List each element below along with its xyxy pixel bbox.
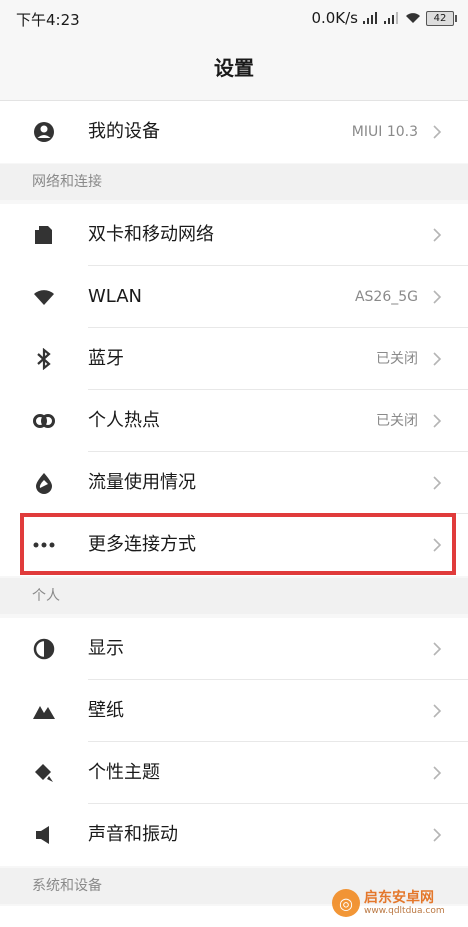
item-label: 壁纸 bbox=[88, 700, 124, 721]
item-label: 个人热点 bbox=[88, 410, 160, 431]
sound-icon bbox=[32, 823, 56, 847]
chevron-right-icon bbox=[433, 642, 442, 656]
item-label: 显示 bbox=[88, 638, 124, 659]
watermark-url: www.qdltdua.com bbox=[364, 906, 445, 916]
chevron-right-icon bbox=[433, 828, 442, 842]
signal-icon bbox=[363, 12, 377, 24]
watermark-title: 启东安卓网 bbox=[364, 890, 434, 906]
account-icon bbox=[32, 120, 56, 144]
watermark-logo-icon: ◎ bbox=[332, 889, 360, 917]
settings-item-data-usage[interactable]: 流量使用情况 bbox=[0, 452, 468, 514]
item-value: AS26_5G bbox=[354, 289, 418, 305]
watermark: ◎ 启东安卓网 www.qdltdua.com bbox=[332, 885, 462, 921]
status-time: 下午4:23 bbox=[16, 11, 80, 29]
item-label: 个性主题 bbox=[88, 762, 160, 783]
item-value: MIUI 10.3 bbox=[351, 124, 418, 140]
status-bar: 下午4:23 0.0K/s 42 bbox=[0, 0, 468, 36]
hotspot-icon bbox=[32, 409, 56, 433]
settings-item-sim[interactable]: 双卡和移动网络 bbox=[0, 204, 468, 266]
item-label: 蓝牙 bbox=[88, 348, 124, 369]
settings-item-sound[interactable]: 声音和振动 bbox=[0, 804, 468, 866]
chevron-right-icon bbox=[433, 414, 442, 428]
settings-item-wlan[interactable]: WLAN AS26_5G bbox=[0, 266, 468, 328]
item-value: 已关闭 bbox=[376, 413, 418, 429]
chevron-right-icon bbox=[433, 228, 442, 242]
signal-icon-2 bbox=[384, 12, 398, 24]
settings-item-bluetooth[interactable]: 蓝牙 已关闭 bbox=[0, 328, 468, 390]
watermark-text: 启东安卓网 www.qdltdua.com bbox=[364, 890, 445, 916]
settings-item-more-connections[interactable]: 更多连接方式 bbox=[0, 514, 468, 576]
page-title: 设置 bbox=[0, 36, 468, 101]
settings-item-wallpaper[interactable]: 壁纸 bbox=[0, 680, 468, 742]
network-speed: 0.0K/s bbox=[311, 9, 358, 27]
chevron-right-icon bbox=[433, 704, 442, 718]
bluetooth-icon bbox=[32, 347, 56, 371]
display-icon bbox=[32, 637, 56, 661]
settings-item-hotspot[interactable]: 个人热点 已关闭 bbox=[0, 390, 468, 452]
item-label: 更多连接方式 bbox=[88, 534, 196, 555]
item-label: 声音和振动 bbox=[88, 824, 178, 845]
theme-icon bbox=[32, 761, 56, 785]
settings-item-display[interactable]: 显示 bbox=[0, 618, 468, 680]
wifi-status-icon bbox=[406, 13, 420, 23]
item-value: 已关闭 bbox=[376, 351, 418, 367]
chevron-right-icon bbox=[433, 290, 442, 304]
item-label: 我的设备 bbox=[88, 121, 160, 142]
section-network: 网络和连接 bbox=[0, 164, 468, 200]
status-indicators: 0.0K/s 42 bbox=[311, 9, 457, 27]
more-icon bbox=[32, 533, 56, 557]
section-personal: 个人 bbox=[0, 578, 468, 614]
chevron-right-icon bbox=[433, 476, 442, 490]
battery-icon: 42 bbox=[426, 10, 457, 26]
chevron-right-icon bbox=[433, 538, 442, 552]
item-label: WLAN bbox=[88, 286, 143, 307]
wifi-icon bbox=[32, 285, 56, 309]
settings-item-theme[interactable]: 个性主题 bbox=[0, 742, 468, 804]
data-usage-icon bbox=[32, 471, 56, 495]
wallpaper-icon bbox=[32, 699, 56, 723]
chevron-right-icon bbox=[433, 125, 442, 139]
chevron-right-icon bbox=[433, 766, 442, 780]
chevron-right-icon bbox=[433, 352, 442, 366]
item-label: 双卡和移动网络 bbox=[88, 224, 214, 245]
item-label: 流量使用情况 bbox=[88, 472, 196, 493]
settings-item-my-device[interactable]: 我的设备 MIUI 10.3 bbox=[0, 101, 468, 163]
sim-card-icon bbox=[32, 223, 56, 247]
